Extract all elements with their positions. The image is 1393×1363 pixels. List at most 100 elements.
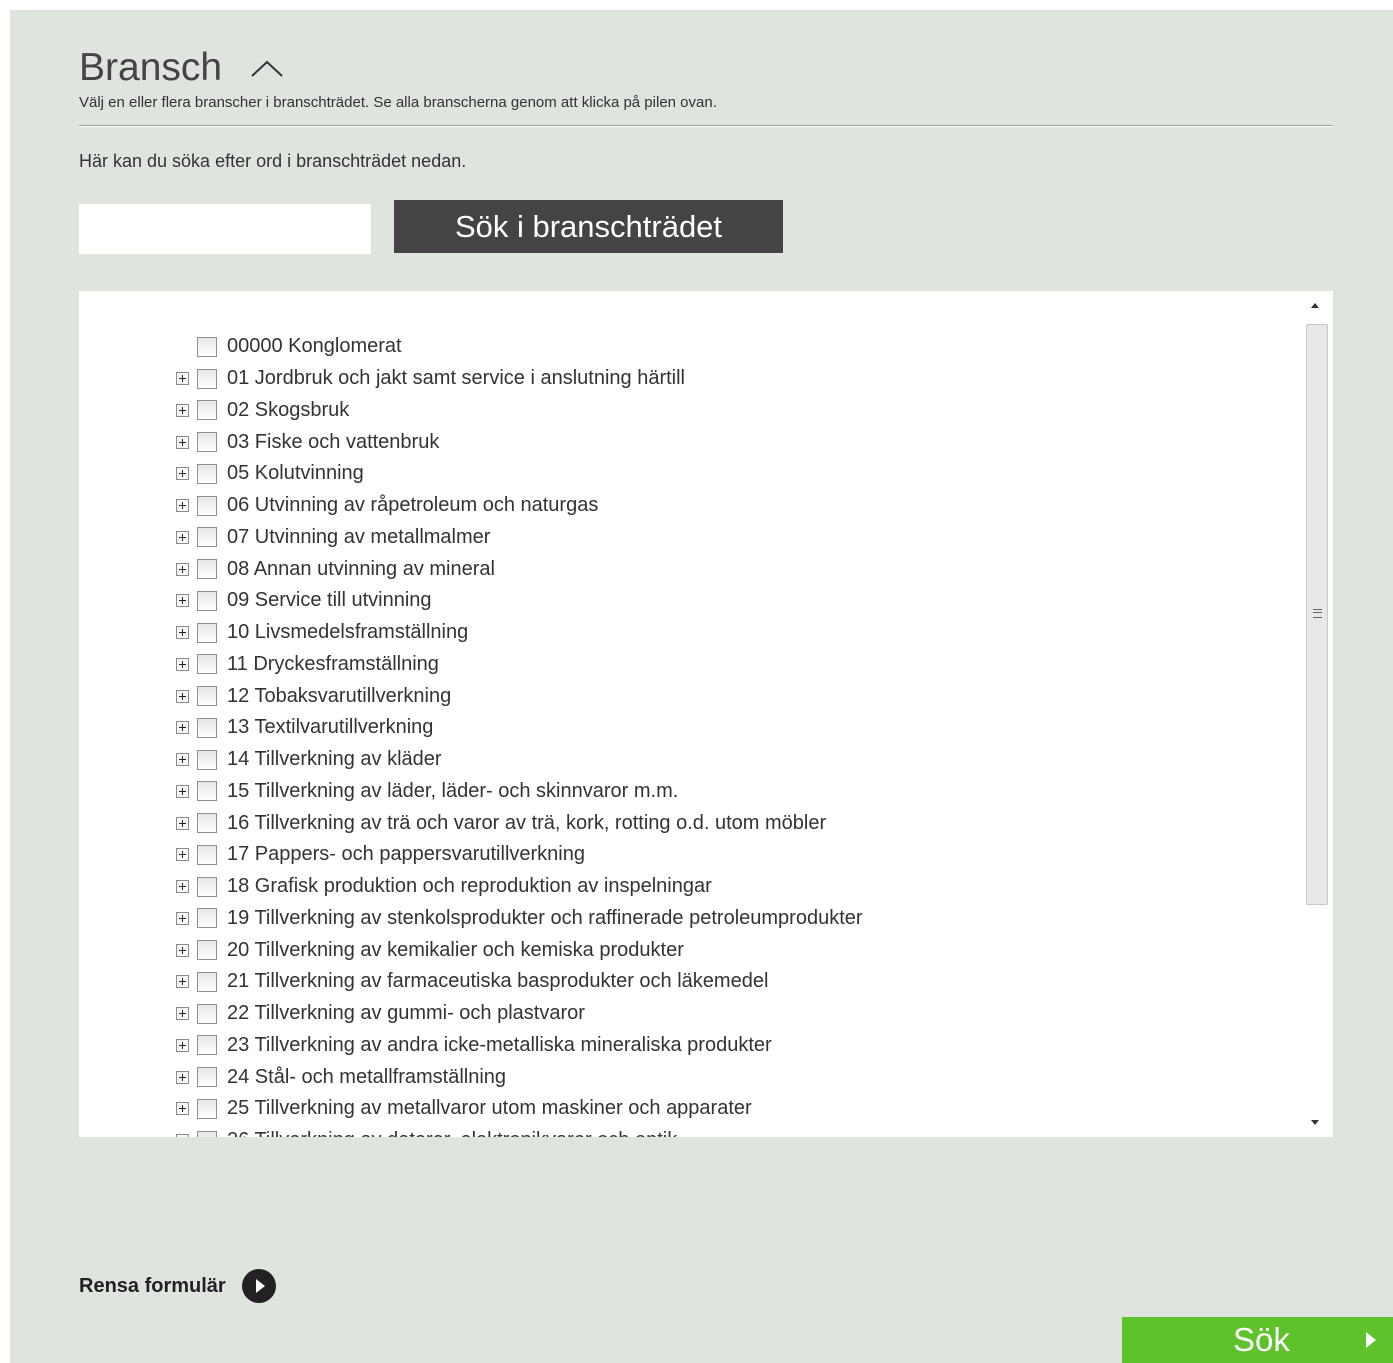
tree-item-checkbox[interactable] [197, 368, 217, 389]
submit-search-button[interactable]: Sök [1122, 1317, 1393, 1363]
tree-item-checkbox[interactable] [197, 717, 217, 738]
tree-item[interactable]: 20 Tillverkning av kemikalier och kemisk… [176, 934, 863, 966]
plus-box-icon[interactable] [176, 372, 189, 386]
tree-item[interactable]: 09 Service till utvinning [176, 585, 863, 617]
tree-item[interactable]: 03 Fiske och vattenbruk [176, 426, 863, 458]
tree-item-checkbox[interactable] [197, 1098, 217, 1119]
tree-item[interactable]: 14 Tillverkning av kläder [176, 744, 863, 776]
clear-form-link[interactable]: Rensa formulär [79, 1269, 276, 1303]
tree-item-checkbox[interactable] [197, 336, 217, 357]
tree-item-checkbox[interactable] [197, 749, 217, 770]
plus-box-icon[interactable] [176, 689, 189, 703]
tree-item[interactable]: 17 Pappers- och pappersvarutillverkning [176, 839, 863, 871]
plus-box-icon[interactable] [176, 1102, 189, 1116]
plus-box-icon[interactable] [176, 594, 189, 608]
tree-item-label: 15 Tillverkning av läder, läder- och ski… [227, 779, 679, 802]
tree-item-checkbox[interactable] [197, 781, 217, 802]
tree-item-checkbox[interactable] [197, 1035, 217, 1056]
tree-item[interactable]: 21 Tillverkning av farmaceutiska basprod… [176, 966, 863, 998]
plus-box-icon[interactable] [176, 753, 189, 767]
plus-box-icon[interactable] [176, 562, 189, 576]
clear-form-label: Rensa formulär [79, 1274, 226, 1297]
plus-box-icon[interactable] [176, 880, 189, 894]
scroll-up-icon[interactable] [1311, 303, 1319, 308]
tree-item-label: 12 Tobaksvarutillverkning [227, 684, 452, 707]
tree-item-checkbox[interactable] [197, 844, 217, 865]
tree-item[interactable]: 02 Skogsbruk [176, 395, 863, 427]
tree-item-checkbox[interactable] [197, 686, 217, 707]
plus-box-icon[interactable] [176, 1007, 189, 1021]
plus-box-icon[interactable] [176, 626, 189, 640]
plus-box-icon[interactable] [176, 975, 189, 989]
tree-item-checkbox[interactable] [197, 1130, 217, 1137]
tree-item-checkbox[interactable] [197, 971, 217, 992]
scroll-thumb[interactable] [1306, 324, 1328, 905]
tree-item[interactable]: 07 Utvinning av metallmalmer [176, 522, 863, 554]
tree-item-checkbox[interactable] [197, 495, 217, 516]
plus-box-icon[interactable] [176, 657, 189, 671]
tree-item[interactable]: 00000 Konglomerat [176, 331, 863, 363]
scroll-down-icon[interactable] [1311, 1120, 1319, 1125]
section-title: Bransch [79, 46, 223, 89]
plus-box-icon[interactable] [176, 721, 189, 735]
tree-item[interactable]: 22 Tillverkning av gummi- och plastvaror [176, 998, 863, 1030]
tree-item[interactable]: 08 Annan utvinning av mineral [176, 553, 863, 585]
tree-item-checkbox[interactable] [197, 432, 217, 453]
tree-item-checkbox[interactable] [197, 813, 217, 834]
tree-item-label: 21 Tillverkning av farmaceutiska basprod… [227, 970, 769, 993]
tree-scrollbar[interactable] [1303, 291, 1333, 1137]
tree-item[interactable]: 10 Livsmedelsframställning [176, 617, 863, 649]
submit-label: Sök [1233, 1321, 1290, 1358]
plus-box-icon[interactable] [176, 530, 189, 544]
tree-item[interactable]: 23 Tillverkning av andra icke-metalliska… [176, 1030, 863, 1062]
plus-box-icon[interactable] [176, 467, 189, 481]
plus-box-icon[interactable] [176, 848, 189, 862]
search-tree-button[interactable]: Sök i branschträdet [394, 200, 783, 253]
plus-box-icon[interactable] [176, 435, 189, 449]
plus-box-icon[interactable] [176, 784, 189, 798]
tree-item-label: 11 Dryckesframställning [227, 652, 439, 675]
chevron-up-icon[interactable] [250, 57, 284, 79]
tree-search-input[interactable] [79, 204, 371, 254]
plus-box-icon[interactable] [176, 1070, 189, 1084]
tree-item[interactable]: 06 Utvinning av råpetroleum och naturgas [176, 490, 863, 522]
tree-item[interactable]: 05 Kolutvinning [176, 458, 863, 490]
tree-item-checkbox[interactable] [197, 590, 217, 611]
plus-box-icon[interactable] [176, 403, 189, 417]
tree-item-label: 05 Kolutvinning [227, 462, 364, 485]
tree-item[interactable]: 15 Tillverkning av läder, läder- och ski… [176, 776, 863, 808]
tree-item-label: 13 Textilvarutillverkning [227, 716, 434, 739]
tree-item[interactable]: 11 Dryckesframställning [176, 649, 863, 681]
tree-item-checkbox[interactable] [197, 400, 217, 421]
tree-item[interactable]: 18 Grafisk produktion och reproduktion a… [176, 871, 863, 903]
plus-box-icon[interactable] [176, 816, 189, 830]
tree-item-checkbox[interactable] [197, 622, 217, 643]
tree-item-checkbox[interactable] [197, 527, 217, 548]
tree-item-checkbox[interactable] [197, 654, 217, 675]
tree-item[interactable]: 13 Textilvarutillverkning [176, 712, 863, 744]
tree-item-checkbox[interactable] [197, 463, 217, 484]
tree-item[interactable]: 24 Stål- och metallframställning [176, 1061, 863, 1093]
plus-box-icon[interactable] [176, 943, 189, 957]
tree-item-checkbox[interactable] [197, 559, 217, 580]
plus-box-icon[interactable] [176, 499, 189, 513]
tree-item[interactable]: 26 Tillverkning av datorer, elektronikva… [176, 1125, 863, 1137]
tree-item-checkbox[interactable] [197, 940, 217, 961]
plus-box-icon[interactable] [176, 911, 189, 925]
tree-item[interactable]: 16 Tillverkning av trä och varor av trä,… [176, 807, 863, 839]
tree-item-checkbox[interactable] [197, 908, 217, 929]
circle-arrow-right-icon[interactable] [241, 1269, 276, 1303]
tree-item-checkbox[interactable] [197, 1067, 217, 1088]
tree-item-label: 14 Tillverkning av kläder [227, 748, 442, 771]
tree-item[interactable]: 19 Tillverkning av stenkolsprodukter och… [176, 903, 863, 935]
tree-item-checkbox[interactable] [197, 1003, 217, 1024]
tree-item[interactable]: 12 Tobaksvarutillverkning [176, 680, 863, 712]
plus-box-icon[interactable] [176, 1038, 189, 1052]
plus-box-icon[interactable] [176, 1134, 189, 1137]
tree-item-label: 00000 Konglomerat [227, 335, 402, 358]
tree-item[interactable]: 25 Tillverkning av metallvaror utom mask… [176, 1093, 863, 1125]
tree-item-checkbox[interactable] [197, 876, 217, 897]
tree-item[interactable]: 01 Jordbruk och jakt samt service i ansl… [176, 363, 863, 395]
tree-item-label: 23 Tillverkning av andra icke-metalliska… [227, 1033, 772, 1056]
